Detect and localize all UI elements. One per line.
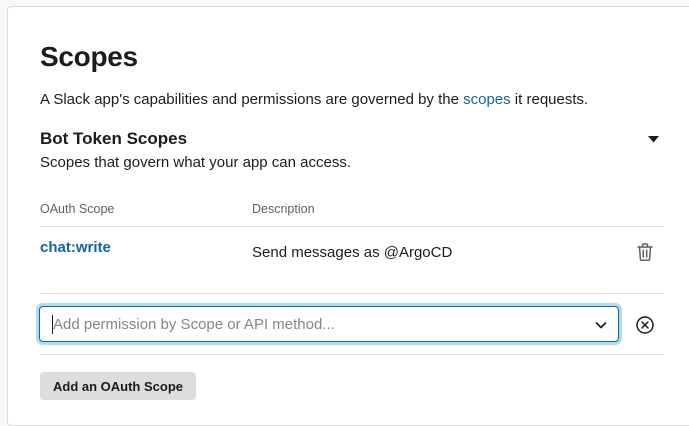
scopes-card: Scopes A Slack app's capabilities and pe… [7, 6, 689, 426]
table-divider [40, 293, 664, 294]
trash-icon[interactable] [636, 242, 654, 262]
scopes-link[interactable]: scopes [463, 91, 511, 108]
table-divider [40, 226, 664, 227]
column-header-oauth-scope: OAuth Scope [40, 202, 115, 216]
intro-text-before: A Slack app's capabilities and permissio… [40, 91, 464, 108]
add-permission-select[interactable] [39, 306, 619, 342]
add-oauth-scope-button[interactable]: Add an OAuth Scope [40, 372, 196, 400]
intro-text-after: it requests. [510, 91, 589, 108]
column-header-description: Description [252, 202, 315, 216]
bot-token-scopes-heading: Bot Token Scopes [40, 129, 188, 148]
scope-description: Send messages as @ArgoCD [252, 244, 453, 261]
table-divider [40, 354, 664, 355]
scopes-intro: A Slack app's capabilities and permissio… [40, 91, 588, 108]
page-title: Scopes [40, 41, 138, 72]
caret-down-icon[interactable] [646, 133, 660, 145]
bot-token-scopes-subtitle: Scopes that govern what your app can acc… [40, 154, 352, 171]
add-permission-input[interactable] [53, 315, 573, 333]
chevron-down-icon[interactable] [594, 318, 608, 332]
circle-x-icon[interactable] [635, 315, 655, 335]
text-cursor [52, 315, 53, 334]
scope-name-link[interactable]: chat:write [40, 239, 111, 256]
